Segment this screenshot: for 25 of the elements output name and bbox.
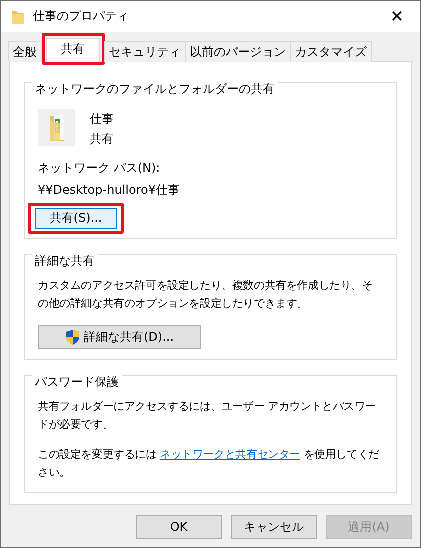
tab[interactable]: 以前のバージョン <box>185 41 291 62</box>
advanced-sharing-button[interactable]: 詳細な共有(D)... <box>38 325 201 349</box>
folder-name: 仕事 <box>90 111 114 128</box>
share-status: 共有 <box>90 131 114 148</box>
description-text: カスタムのアクセス許可を設定したり、複数の共有を作成したり、その他の詳細な共有のオプションを設定したりできます。 <box>38 278 374 312</box>
share-button[interactable]: 共有(S)... <box>35 208 117 229</box>
group-title: 詳細な共有 <box>32 253 98 270</box>
cancel-button[interactable]: キャンセル <box>231 515 317 539</box>
group-title: ネットワークのファイルとフォルダーの共有 <box>32 81 278 98</box>
ok-button[interactable]: OK <box>136 515 222 539</box>
path-label: ネットワーク パス(N): <box>38 160 162 177</box>
network-center-link[interactable]: ネットワークと共有センター <box>160 448 301 461</box>
group-title: パスワード保護 <box>32 374 122 391</box>
window-title: 仕事のプロパティ <box>33 8 130 25</box>
instruction-text: この設定を変更するには ネットワークと共有センター を使用してください。 <box>38 447 380 481</box>
tab[interactable]: セキュリティ <box>104 41 186 62</box>
folder-icon <box>11 8 25 24</box>
shield-icon <box>64 328 81 346</box>
tab[interactable]: カスタマイズ <box>290 41 372 62</box>
description-text: 共有フォルダーにアクセスするには、ユーザー アカウントとパスワードが必要です。 <box>38 399 378 433</box>
shared-folder-icon <box>50 114 64 140</box>
close-button[interactable]: ✕ <box>374 1 420 32</box>
tab[interactable]: 共有 <box>46 38 100 62</box>
tab[interactable]: 全般 <box>8 41 42 62</box>
network-path: ¥¥Desktop-hulloro¥仕事 <box>38 182 181 199</box>
